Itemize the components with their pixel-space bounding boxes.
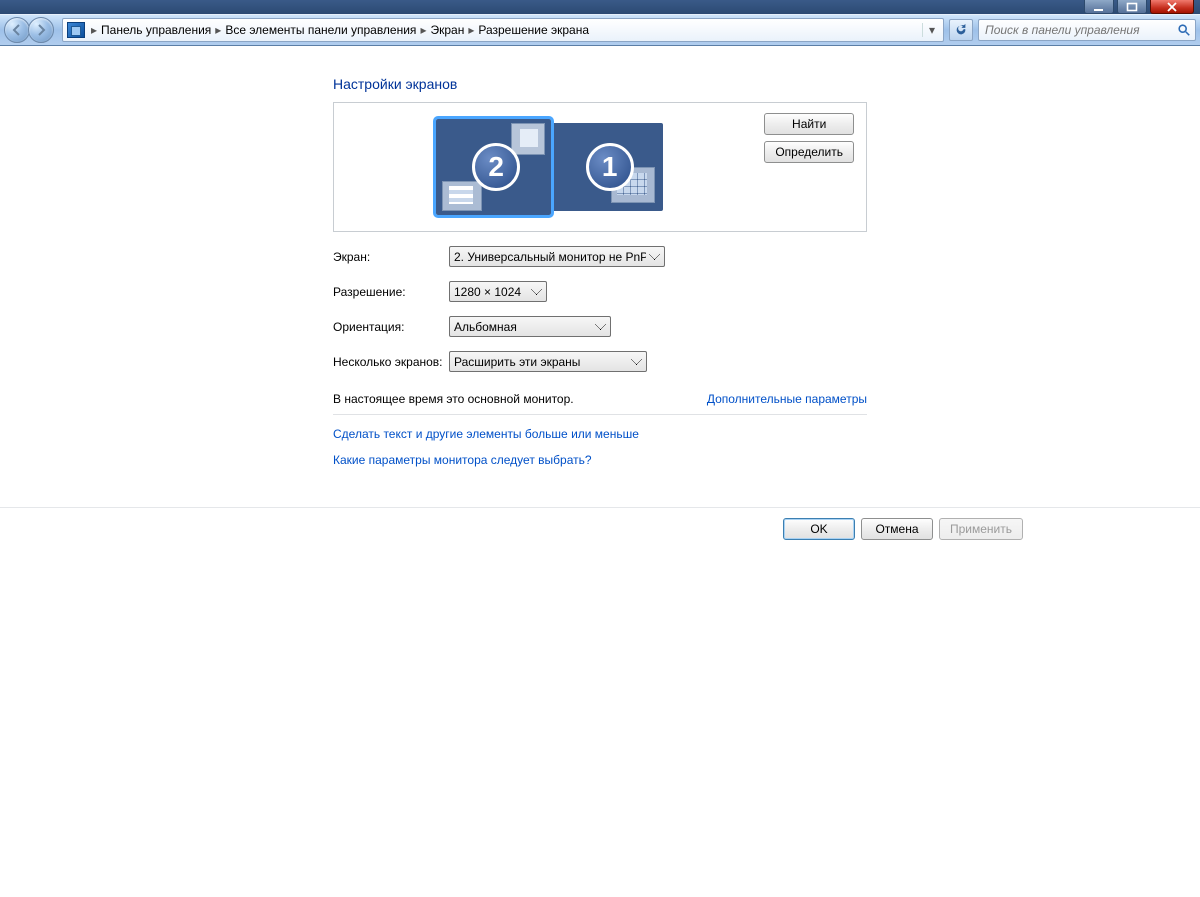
detect-button[interactable]: Найти <box>764 113 854 135</box>
refresh-button[interactable] <box>949 19 973 41</box>
chevron-right-icon: ▸ <box>211 23 225 37</box>
cancel-button[interactable]: Отмена <box>861 518 933 540</box>
breadcrumb[interactable]: ▸Панель управления ▸Все элементы панели … <box>62 18 944 42</box>
resolution-select[interactable]: 1280 × 1024 <box>449 281 547 302</box>
primary-display-status: В настоящее время это основной монитор. <box>333 392 574 406</box>
multiple-displays-select[interactable]: Расширить эти экраны <box>449 351 647 372</box>
resolution-label: Разрешение: <box>333 285 449 299</box>
identify-button[interactable]: Определить <box>764 141 854 163</box>
control-panel-icon <box>67 22 85 38</box>
display-label: Экран: <box>333 250 449 264</box>
ok-button[interactable]: OK <box>783 518 855 540</box>
search-icon <box>1177 23 1191 37</box>
dialog-buttons: OK Отмена Применить <box>0 507 1200 540</box>
page-title: Настройки экранов <box>333 76 867 92</box>
breadcrumb-item[interactable]: Разрешение экрана <box>478 23 589 37</box>
monitor-number: 2 <box>472 143 520 191</box>
breadcrumb-item[interactable]: Экран <box>430 23 464 37</box>
advanced-settings-link[interactable]: Дополнительные параметры <box>707 392 867 406</box>
breadcrumb-dropdown[interactable]: ▾ <box>922 23 941 37</box>
chevron-right-icon: ▸ <box>416 23 430 37</box>
monitor-number: 1 <box>586 143 634 191</box>
chevron-right-icon: ▸ <box>464 23 478 37</box>
monitor-2[interactable]: 2 <box>436 119 551 215</box>
search-box[interactable] <box>978 19 1196 41</box>
monitor-1[interactable]: 1 <box>551 123 663 211</box>
help-link[interactable]: Какие параметры монитора следует выбрать… <box>333 453 867 467</box>
maximize-button[interactable] <box>1117 0 1147 14</box>
nav-bar: ▸Панель управления ▸Все элементы панели … <box>0 14 1200 46</box>
display-select[interactable]: 2. Универсальный монитор не PnP <box>449 246 665 267</box>
breadcrumb-item[interactable]: Все элементы панели управления <box>225 23 416 37</box>
minimize-button[interactable] <box>1084 0 1114 14</box>
apply-button[interactable]: Применить <box>939 518 1023 540</box>
search-input[interactable] <box>983 22 1177 38</box>
chevron-right-icon: ▸ <box>87 23 101 37</box>
orientation-select[interactable]: Альбомная <box>449 316 611 337</box>
display-arrangement: 2 1 Найти Определить <box>333 102 867 232</box>
title-bar <box>0 0 1200 14</box>
orientation-label: Ориентация: <box>333 320 449 334</box>
breadcrumb-item[interactable]: Панель управления <box>101 23 211 37</box>
close-button[interactable] <box>1150 0 1194 14</box>
text-size-link[interactable]: Сделать текст и другие элементы больше и… <box>333 427 867 441</box>
multiple-displays-label: Несколько экранов: <box>333 355 449 369</box>
forward-button[interactable] <box>28 17 54 43</box>
back-button[interactable] <box>4 17 30 43</box>
